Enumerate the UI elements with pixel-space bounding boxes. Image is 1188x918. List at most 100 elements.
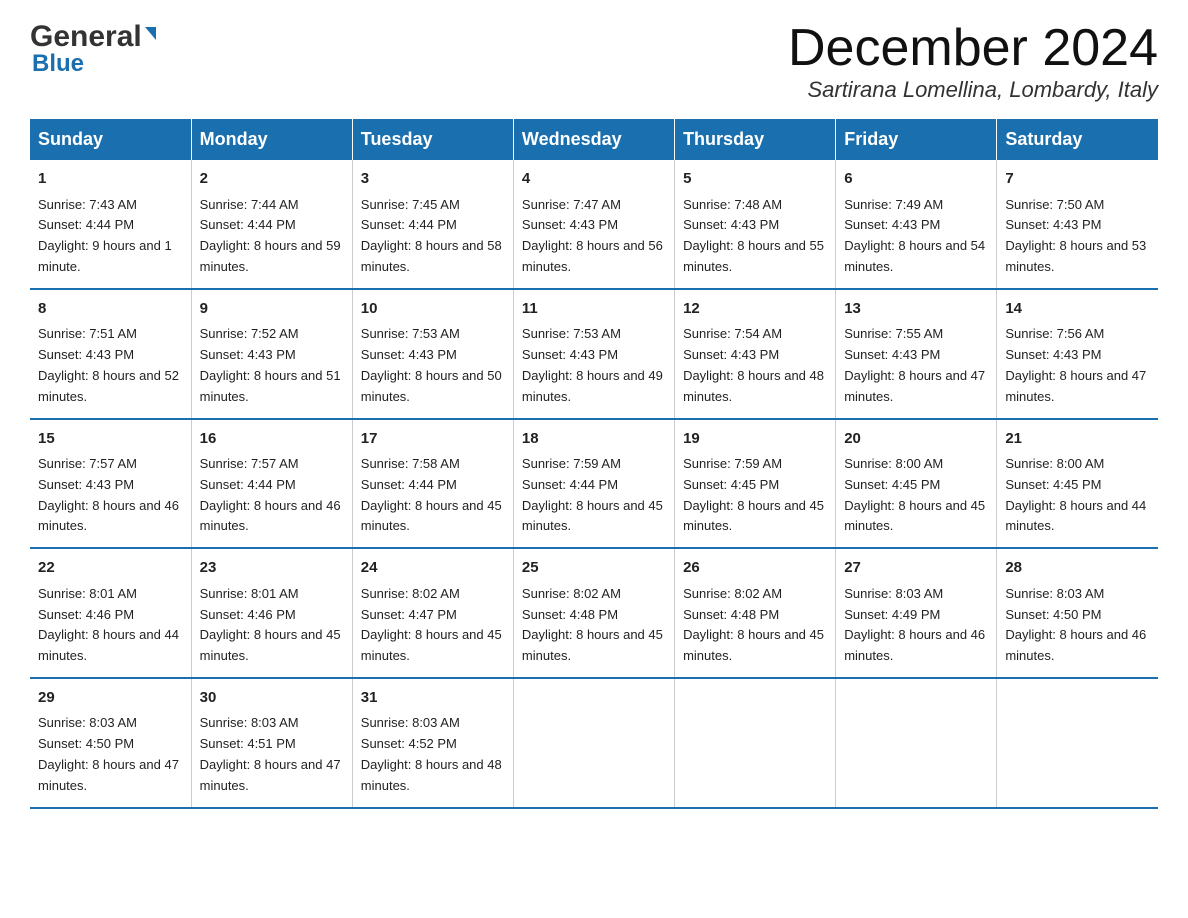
location-subtitle: Sartirana Lomellina, Lombardy, Italy [788, 77, 1158, 103]
day-number: 19 [683, 428, 827, 451]
day-number: 18 [522, 428, 666, 451]
day-info: Sunrise: 7:43 AMSunset: 4:44 PMDaylight:… [38, 197, 172, 274]
calendar-cell: 26 Sunrise: 8:02 AMSunset: 4:48 PMDayligh… [675, 548, 836, 678]
day-info: Sunrise: 8:03 AMSunset: 4:50 PMDaylight:… [1005, 586, 1146, 663]
day-number: 2 [200, 168, 344, 191]
calendar-header-row: SundayMondayTuesdayWednesdayThursdayFrid… [30, 119, 1158, 160]
calendar-cell: 14 Sunrise: 7:56 AMSunset: 4:43 PMDayligh… [997, 289, 1158, 419]
day-number: 17 [361, 428, 505, 451]
logo-blue-text: Blue [32, 50, 84, 78]
calendar-cell: 16Sunrise: 7:57 AMSunset: 4:44 PMDayligh… [191, 419, 352, 549]
calendar-cell: 6 Sunrise: 7:49 AMSunset: 4:43 PMDaylight… [836, 160, 997, 289]
title-area: December 2024 Sartirana Lomellina, Lomba… [788, 20, 1158, 103]
day-info: Sunrise: 7:58 AMSunset: 4:44 PMDaylight:… [361, 456, 502, 533]
calendar-cell: 12Sunrise: 7:54 AMSunset: 4:43 PMDayligh… [675, 289, 836, 419]
month-title: December 2024 [788, 20, 1158, 77]
day-number: 24 [361, 557, 505, 580]
day-number: 9 [200, 298, 344, 321]
col-header-tuesday: Tuesday [352, 119, 513, 160]
calendar-cell: 17 Sunrise: 7:58 AMSunset: 4:44 PMDayligh… [352, 419, 513, 549]
calendar-cell: 3Sunrise: 7:45 AMSunset: 4:44 PMDaylight… [352, 160, 513, 289]
calendar-cell: 28 Sunrise: 8:03 AMSunset: 4:50 PMDayligh… [997, 548, 1158, 678]
day-info: Sunrise: 7:52 AMSunset: 4:43 PMDaylight:… [200, 326, 341, 403]
day-info: Sunrise: 7:50 AMSunset: 4:43 PMDaylight:… [1005, 197, 1146, 274]
calendar-cell: 24Sunrise: 8:02 AMSunset: 4:47 PMDayligh… [352, 548, 513, 678]
calendar-cell: 21 Sunrise: 8:00 AMSunset: 4:45 PMDayligh… [997, 419, 1158, 549]
day-number: 28 [1005, 557, 1150, 580]
calendar-cell: 2 Sunrise: 7:44 AMSunset: 4:44 PMDaylight… [191, 160, 352, 289]
page-header: General Blue December 2024 Sartirana Lom… [30, 20, 1158, 103]
day-info: Sunrise: 7:59 AMSunset: 4:44 PMDaylight:… [522, 456, 663, 533]
calendar-cell: 8Sunrise: 7:51 AMSunset: 4:43 PMDaylight… [30, 289, 191, 419]
calendar-cell [836, 678, 997, 808]
day-number: 20 [844, 428, 988, 451]
logo: General Blue [30, 20, 156, 78]
col-header-monday: Monday [191, 119, 352, 160]
day-number: 21 [1005, 428, 1150, 451]
calendar-cell: 22 Sunrise: 8:01 AMSunset: 4:46 PMDayligh… [30, 548, 191, 678]
calendar-cell: 27 Sunrise: 8:03 AMSunset: 4:49 PMDayligh… [836, 548, 997, 678]
day-number: 7 [1005, 168, 1150, 191]
day-number: 5 [683, 168, 827, 191]
day-info: Sunrise: 7:48 AMSunset: 4:43 PMDaylight:… [683, 197, 824, 274]
day-number: 27 [844, 557, 988, 580]
day-info: Sunrise: 7:53 AMSunset: 4:43 PMDaylight:… [361, 326, 502, 403]
day-number: 22 [38, 557, 183, 580]
col-header-thursday: Thursday [675, 119, 836, 160]
calendar-cell: 9 Sunrise: 7:52 AMSunset: 4:43 PMDaylight… [191, 289, 352, 419]
day-number: 6 [844, 168, 988, 191]
day-info: Sunrise: 7:49 AMSunset: 4:43 PMDaylight:… [844, 197, 985, 274]
day-number: 15 [38, 428, 183, 451]
calendar-cell: 5 Sunrise: 7:48 AMSunset: 4:43 PMDaylight… [675, 160, 836, 289]
day-info: Sunrise: 7:59 AMSunset: 4:45 PMDaylight:… [683, 456, 824, 533]
day-info: Sunrise: 8:03 AMSunset: 4:51 PMDaylight:… [200, 715, 341, 792]
day-info: Sunrise: 7:44 AMSunset: 4:44 PMDaylight:… [200, 197, 341, 274]
calendar-cell: 7 Sunrise: 7:50 AMSunset: 4:43 PMDaylight… [997, 160, 1158, 289]
logo-triangle-icon [145, 27, 156, 40]
day-info: Sunrise: 8:01 AMSunset: 4:46 PMDaylight:… [200, 586, 341, 663]
day-number: 4 [522, 168, 666, 191]
day-info: Sunrise: 8:02 AMSunset: 4:48 PMDaylight:… [683, 586, 824, 663]
col-header-friday: Friday [836, 119, 997, 160]
day-number: 1 [38, 168, 183, 191]
calendar-cell: 4Sunrise: 7:47 AMSunset: 4:43 PMDaylight… [513, 160, 674, 289]
day-info: Sunrise: 7:56 AMSunset: 4:43 PMDaylight:… [1005, 326, 1146, 403]
day-number: 10 [361, 298, 505, 321]
day-info: Sunrise: 8:03 AMSunset: 4:49 PMDaylight:… [844, 586, 985, 663]
calendar-cell: 19 Sunrise: 7:59 AMSunset: 4:45 PMDayligh… [675, 419, 836, 549]
week-row-3: 15 Sunrise: 7:57 AMSunset: 4:43 PMDayligh… [30, 419, 1158, 549]
day-info: Sunrise: 8:00 AMSunset: 4:45 PMDaylight:… [844, 456, 985, 533]
day-info: Sunrise: 8:02 AMSunset: 4:48 PMDaylight:… [522, 586, 663, 663]
day-number: 29 [38, 687, 183, 710]
day-info: Sunrise: 7:55 AMSunset: 4:43 PMDaylight:… [844, 326, 985, 403]
calendar-cell: 30 Sunrise: 8:03 AMSunset: 4:51 PMDayligh… [191, 678, 352, 808]
calendar-cell [997, 678, 1158, 808]
day-number: 25 [522, 557, 666, 580]
logo-general-text: General [30, 20, 142, 54]
calendar-cell: 15 Sunrise: 7:57 AMSunset: 4:43 PMDayligh… [30, 419, 191, 549]
calendar-cell: 13 Sunrise: 7:55 AMSunset: 4:43 PMDayligh… [836, 289, 997, 419]
day-info: Sunrise: 7:57 AMSunset: 4:43 PMDaylight:… [38, 456, 179, 533]
calendar-cell: 10 Sunrise: 7:53 AMSunset: 4:43 PMDayligh… [352, 289, 513, 419]
week-row-1: 1 Sunrise: 7:43 AMSunset: 4:44 PMDaylight… [30, 160, 1158, 289]
calendar-cell: 20 Sunrise: 8:00 AMSunset: 4:45 PMDayligh… [836, 419, 997, 549]
day-number: 31 [361, 687, 505, 710]
day-info: Sunrise: 7:51 AMSunset: 4:43 PMDaylight:… [38, 326, 179, 403]
week-row-2: 8Sunrise: 7:51 AMSunset: 4:43 PMDaylight… [30, 289, 1158, 419]
day-number: 26 [683, 557, 827, 580]
col-header-saturday: Saturday [997, 119, 1158, 160]
day-number: 16 [200, 428, 344, 451]
col-header-wednesday: Wednesday [513, 119, 674, 160]
day-number: 14 [1005, 298, 1150, 321]
calendar-body: 1 Sunrise: 7:43 AMSunset: 4:44 PMDaylight… [30, 160, 1158, 807]
calendar-cell: 1 Sunrise: 7:43 AMSunset: 4:44 PMDaylight… [30, 160, 191, 289]
day-info: Sunrise: 8:01 AMSunset: 4:46 PMDaylight:… [38, 586, 179, 663]
day-info: Sunrise: 8:00 AMSunset: 4:45 PMDaylight:… [1005, 456, 1146, 533]
calendar-cell: 31Sunrise: 8:03 AMSunset: 4:52 PMDayligh… [352, 678, 513, 808]
day-number: 30 [200, 687, 344, 710]
week-row-4: 22 Sunrise: 8:01 AMSunset: 4:46 PMDayligh… [30, 548, 1158, 678]
calendar-cell: 29Sunrise: 8:03 AMSunset: 4:50 PMDayligh… [30, 678, 191, 808]
day-info: Sunrise: 7:45 AMSunset: 4:44 PMDaylight:… [361, 197, 502, 274]
calendar-cell: 23Sunrise: 8:01 AMSunset: 4:46 PMDayligh… [191, 548, 352, 678]
day-number: 13 [844, 298, 988, 321]
